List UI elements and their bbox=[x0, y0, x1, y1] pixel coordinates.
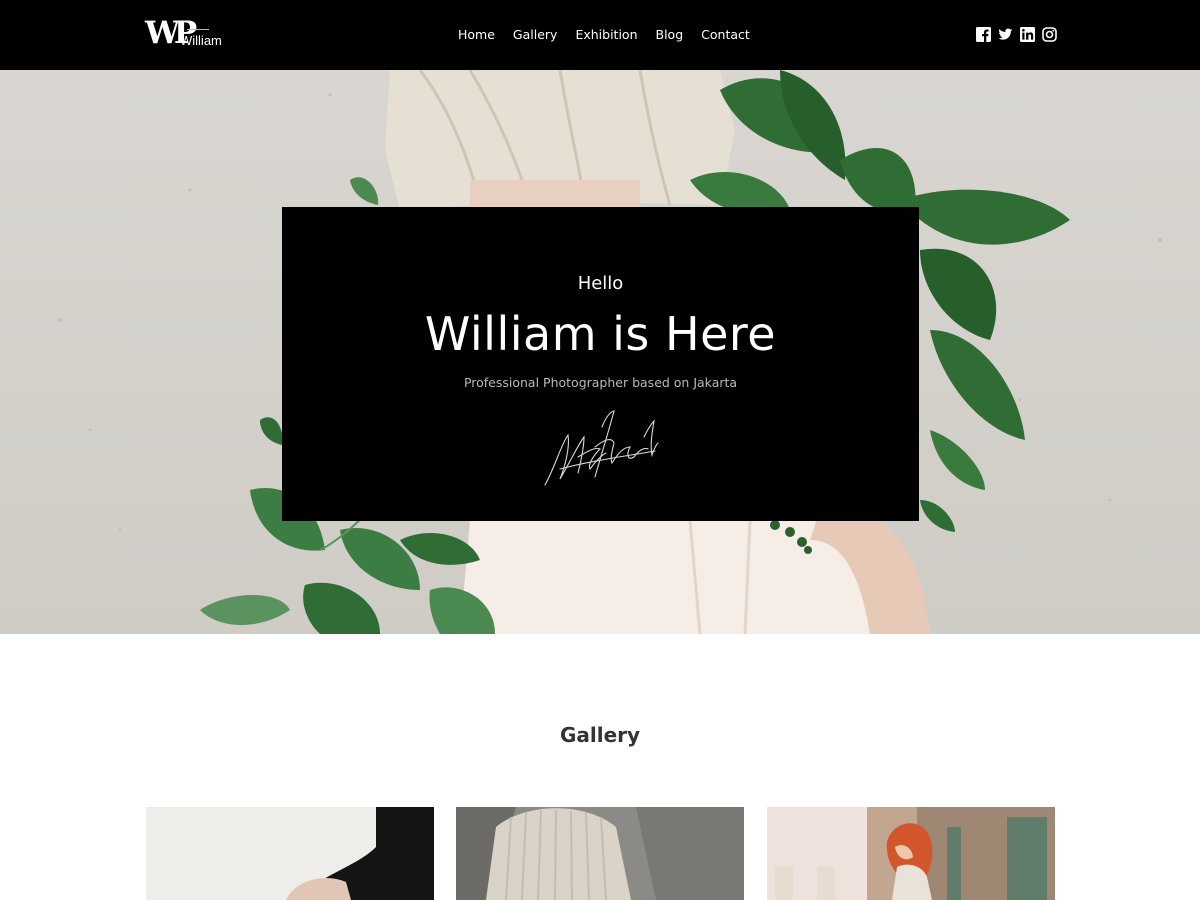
nav-exhibition[interactable]: Exhibition bbox=[575, 26, 637, 44]
site-logo[interactable]: WP William bbox=[145, 15, 235, 55]
nav-home[interactable]: Home bbox=[458, 26, 495, 44]
main-nav: Home Gallery Exhibition Blog Contact bbox=[458, 26, 750, 44]
gallery-photo-3 bbox=[767, 807, 1055, 900]
twitter-icon[interactable] bbox=[998, 27, 1013, 42]
nav-contact[interactable]: Contact bbox=[701, 26, 750, 44]
gallery-item-1[interactable] bbox=[146, 807, 434, 900]
gallery-heading: Gallery bbox=[559, 723, 641, 747]
hero-section: Hello William is Here Professional Photo… bbox=[0, 70, 1200, 634]
instagram-icon[interactable] bbox=[1042, 27, 1057, 42]
logo-tagline-line bbox=[187, 29, 209, 30]
gallery-item-2[interactable] bbox=[456, 807, 744, 900]
hero-greeting: Hello bbox=[577, 273, 624, 294]
signature-image bbox=[544, 410, 659, 486]
nav-gallery[interactable]: Gallery bbox=[513, 26, 558, 44]
social-links bbox=[976, 27, 1057, 42]
hero-subtitle: Professional Photographer based on Jakar… bbox=[463, 375, 738, 390]
linkedin-icon[interactable] bbox=[1020, 27, 1035, 42]
facebook-icon[interactable] bbox=[976, 27, 991, 42]
hero-title: William is Here bbox=[424, 307, 777, 361]
gallery-photo-1 bbox=[146, 807, 434, 900]
gallery-item-3[interactable] bbox=[767, 807, 1055, 900]
gallery-photo-2 bbox=[456, 807, 744, 900]
hero-intro-card: Hello William is Here Professional Photo… bbox=[282, 207, 919, 521]
nav-blog[interactable]: Blog bbox=[656, 26, 684, 44]
site-header: WP William Home Gallery Exhibition Blog … bbox=[0, 0, 1200, 70]
logo-wordmark: William bbox=[180, 33, 222, 48]
